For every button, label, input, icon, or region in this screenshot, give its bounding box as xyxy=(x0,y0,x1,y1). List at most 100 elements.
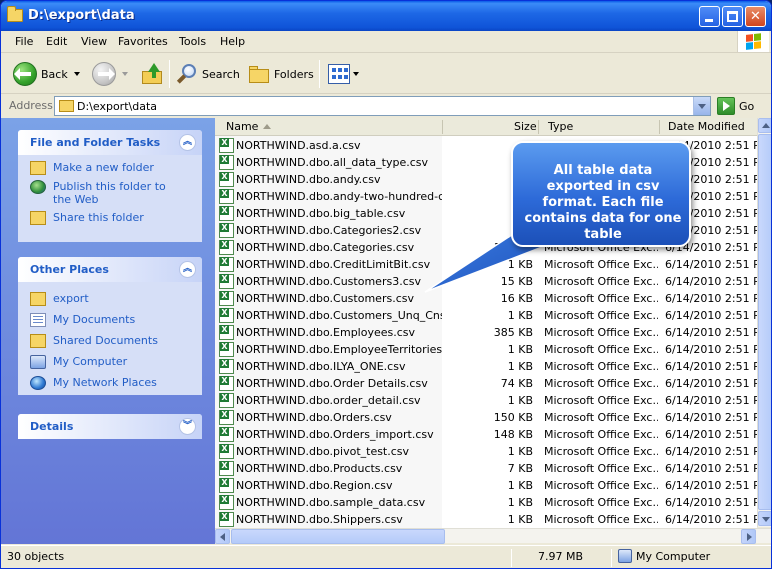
file-row[interactable]: NORTHWIND.dbo.Region.csv 1 KB Microsoft Of… xyxy=(215,477,757,494)
search-button[interactable]: Search xyxy=(176,58,240,90)
place-my-computer[interactable]: My Computer xyxy=(30,355,202,369)
new-folder-icon xyxy=(30,161,46,175)
column-divider[interactable] xyxy=(442,120,443,134)
file-row[interactable]: NORTHWIND.dbo.Order Details.csv 74 KB Micr… xyxy=(215,375,757,392)
back-label: Back xyxy=(41,67,68,81)
collapse-chevron-icon[interactable]: ︽ xyxy=(179,134,196,151)
excel-csv-icon xyxy=(219,257,234,272)
file-name: NORTHWIND.dbo.Orders_import.csv xyxy=(236,428,434,441)
file-date-modified: 6/14/2010 2:51 PM xyxy=(665,462,757,475)
back-button[interactable]: Back xyxy=(13,58,80,90)
column-name[interactable]: Name xyxy=(226,120,258,133)
file-row[interactable]: NORTHWIND.dbo.Products.csv 7 KB Microsoft … xyxy=(215,460,757,477)
menu-view[interactable]: View xyxy=(81,35,107,48)
file-type: Microsoft Office Exc... xyxy=(544,479,658,492)
folder-icon xyxy=(7,6,23,22)
file-folder-tasks-panel: File and Folder Tasks ︽ Make a new folde… xyxy=(18,130,202,242)
forward-dropdown-icon[interactable] xyxy=(122,72,128,76)
panel-header[interactable]: File and Folder Tasks ︽ xyxy=(18,130,202,155)
file-name: NORTHWIND.dbo.Shippers.csv xyxy=(236,513,403,526)
file-row[interactable]: NORTHWIND.dbo.CreditLimitBit.csv 1 KB Micr… xyxy=(215,256,757,273)
file-row[interactable]: NORTHWIND.dbo.Orders.csv 150 KB Microsoft … xyxy=(215,409,757,426)
back-arrow-icon xyxy=(13,62,37,86)
scroll-up-button[interactable] xyxy=(758,118,771,133)
back-dropdown-icon[interactable] xyxy=(73,72,80,76)
column-type[interactable]: Type xyxy=(548,120,573,133)
address-label: Address xyxy=(9,99,53,112)
address-value[interactable]: D:\export\data xyxy=(77,100,157,113)
file-type: Microsoft Office Exc... xyxy=(544,343,658,356)
panel-title: File and Folder Tasks xyxy=(30,136,161,149)
vertical-scroll-thumb[interactable] xyxy=(758,134,771,510)
menu-help[interactable]: Help xyxy=(220,35,245,48)
menu-edit[interactable]: Edit xyxy=(46,35,67,48)
publish-folder-link[interactable]: Publish this folder to the Web xyxy=(30,180,202,206)
make-new-folder-link[interactable]: Make a new folder xyxy=(30,161,202,175)
place-shared-documents[interactable]: Shared Documents xyxy=(30,334,202,348)
views-button[interactable] xyxy=(328,58,359,90)
file-row[interactable]: NORTHWIND.dbo.Employees.csv 385 KB Microso… xyxy=(215,324,757,341)
file-row[interactable]: NORTHWIND.dbo.Customers3.csv 15 KB Microso… xyxy=(215,273,757,290)
minimize-button[interactable] xyxy=(699,6,720,27)
zone-label: My Computer xyxy=(636,550,711,563)
file-type: Microsoft Office Exc... xyxy=(544,513,658,526)
place-my-documents[interactable]: My Documents xyxy=(30,313,202,327)
file-row[interactable]: NORTHWIND.dbo.Customers.csv 16 KB Microsof… xyxy=(215,290,757,307)
file-type: Microsoft Office Exc... xyxy=(544,326,658,339)
vertical-scrollbar[interactable] xyxy=(757,118,771,527)
file-type: Microsoft Office Exc... xyxy=(544,496,658,509)
file-date-modified: 6/14/2010 2:51 PM xyxy=(665,377,757,390)
column-divider[interactable] xyxy=(538,120,539,134)
horizontal-scrollbar[interactable] xyxy=(215,528,771,544)
place-my-network-places[interactable]: My Network Places xyxy=(30,376,202,390)
horizontal-scroll-thumb[interactable] xyxy=(231,529,445,544)
title-bar[interactable]: D:\export\data ✕ xyxy=(1,1,771,31)
forward-button[interactable] xyxy=(92,58,128,90)
excel-csv-icon xyxy=(219,138,234,153)
collapse-chevron-icon[interactable]: ︽ xyxy=(179,261,196,278)
search-icon xyxy=(176,63,198,85)
file-type: Microsoft Office Exc... xyxy=(544,309,658,322)
close-icon: ✕ xyxy=(750,9,761,24)
place-label: export xyxy=(53,292,89,305)
menu-bar: File Edit View Favorites Tools Help xyxy=(1,31,771,53)
panel-header[interactable]: Details ︾ xyxy=(18,414,202,439)
menu-tools[interactable]: Tools xyxy=(179,35,206,48)
scroll-down-button[interactable] xyxy=(758,511,771,526)
file-row[interactable]: NORTHWIND.dbo.Orders_import.csv 148 KB Mic… xyxy=(215,426,757,443)
folders-button[interactable]: Folders xyxy=(248,58,314,90)
expand-chevron-icon[interactable]: ︾ xyxy=(179,418,196,435)
network-places-icon xyxy=(30,376,46,390)
file-date-modified: 6/14/2010 2:51 PM xyxy=(665,343,757,356)
scroll-left-button[interactable] xyxy=(215,529,230,544)
scroll-right-button[interactable] xyxy=(741,529,756,544)
file-row[interactable]: NORTHWIND.dbo.EmployeeTerritories.csv 1 K… xyxy=(215,341,757,358)
menu-favorites[interactable]: Favorites xyxy=(118,35,168,48)
share-folder-link[interactable]: Share this folder xyxy=(30,211,202,225)
file-row[interactable]: NORTHWIND.dbo.Customers_Unq_Cnst... 1 KB M… xyxy=(215,307,757,324)
excel-csv-icon xyxy=(219,189,234,204)
column-date-modified[interactable]: Date Modified xyxy=(668,120,745,133)
excel-csv-icon xyxy=(219,393,234,408)
file-row[interactable]: NORTHWIND.dbo.Shippers.csv 1 KB Microsoft … xyxy=(215,511,757,528)
go-label: Go xyxy=(739,99,755,113)
folders-label: Folders xyxy=(274,67,314,81)
up-folder-button[interactable] xyxy=(141,58,163,90)
address-dropdown-button[interactable] xyxy=(693,97,710,115)
go-button[interactable]: Go xyxy=(717,97,754,115)
file-row[interactable]: NORTHWIND.dbo.ILYA_ONE.csv 1 KB Microsoft … xyxy=(215,358,757,375)
panel-header[interactable]: Other Places ︽ xyxy=(18,257,202,282)
file-row[interactable]: NORTHWIND.dbo.pivot_test.csv 1 KB Microsof… xyxy=(215,443,757,460)
place-export[interactable]: export xyxy=(30,292,202,306)
maximize-button[interactable] xyxy=(722,6,743,27)
file-row[interactable]: NORTHWIND.dbo.order_detail.csv 1 KB Micros… xyxy=(215,392,757,409)
explorer-window: D:\export\data ✕ File Edit View Favorite… xyxy=(0,0,772,569)
file-row[interactable]: NORTHWIND.dbo.sample_data.csv 1 KB Microso… xyxy=(215,494,757,511)
close-button[interactable]: ✕ xyxy=(745,6,766,27)
column-divider[interactable] xyxy=(659,120,660,134)
menu-file[interactable]: File xyxy=(15,35,33,48)
address-input[interactable]: D:\export\data xyxy=(54,96,711,116)
file-date-modified: 6/14/2010 2:51 PM xyxy=(665,292,757,305)
file-size: 1 KB xyxy=(507,496,533,509)
column-size[interactable]: Size xyxy=(514,120,537,133)
